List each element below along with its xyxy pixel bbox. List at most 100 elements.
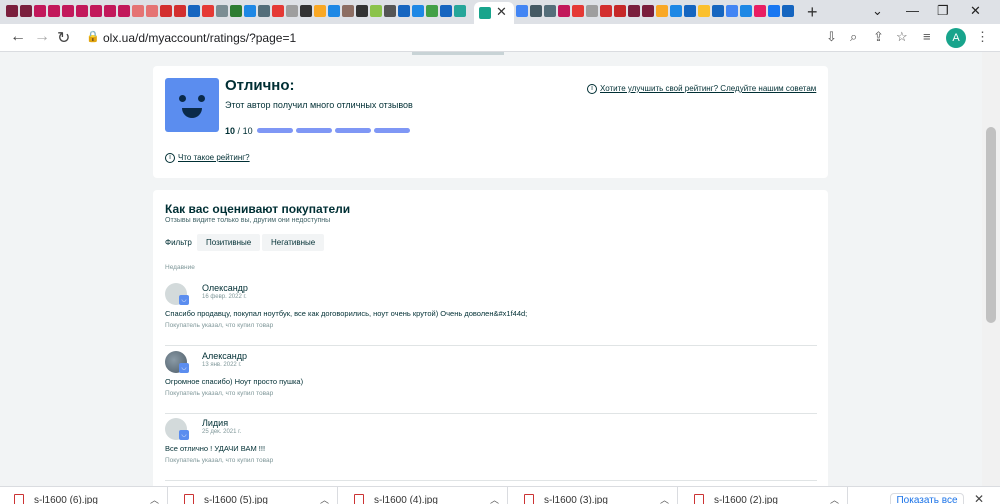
- chevron-up-icon[interactable]: ︿: [490, 493, 499, 504]
- menu-icon[interactable]: ⋮: [976, 29, 989, 45]
- reading-list-icon[interactable]: ≡: [923, 29, 931, 44]
- tab-favicon-icon[interactable]: [614, 5, 626, 17]
- download-item[interactable]: s-l1600 (2).jpg ︿: [680, 487, 848, 504]
- restore-icon[interactable]: ❐: [937, 3, 949, 19]
- tab-favicon-icon[interactable]: [530, 5, 542, 17]
- tab-favicon-icon[interactable]: [188, 5, 200, 17]
- download-item[interactable]: s-l1600 (3).jpg ︿: [510, 487, 678, 504]
- what-is-rating-link[interactable]: i Что такое рейтинг?: [165, 153, 250, 163]
- tab-favicon-icon[interactable]: [600, 5, 612, 17]
- tab-favicon-icon[interactable]: [454, 5, 466, 17]
- pinned-tabs[interactable]: [6, 5, 466, 19]
- tab-favicon-icon[interactable]: [628, 5, 640, 17]
- filter-positive-chip[interactable]: Позитивные: [197, 234, 261, 251]
- tab-favicon-icon[interactable]: [726, 5, 738, 17]
- tab-favicon-icon[interactable]: [768, 5, 780, 17]
- review-item: ◡ Александр 13 янв. 2022 г. Огромное спа…: [165, 348, 817, 414]
- tab-favicon-icon[interactable]: [740, 5, 752, 17]
- chevron-up-icon[interactable]: ︿: [660, 493, 669, 504]
- tab-favicon-icon[interactable]: [412, 5, 424, 17]
- chevron-up-icon[interactable]: ︿: [150, 493, 159, 504]
- tab-favicon-icon[interactable]: [384, 5, 396, 17]
- reload-icon[interactable]: ↻: [57, 28, 70, 48]
- url-text[interactable]: olx.ua/d/myaccount/ratings/?page=1: [103, 31, 296, 45]
- tab-favicon-icon[interactable]: [356, 5, 368, 17]
- sort-recent-label[interactable]: Недавние: [165, 264, 195, 271]
- address-bar[interactable]: 🔒 olx.ua/d/myaccount/ratings/?page=1: [76, 27, 816, 49]
- tab-close-icon[interactable]: ✕: [496, 4, 507, 20]
- chevron-up-icon[interactable]: ︿: [830, 493, 839, 504]
- tab-favicon-icon[interactable]: [544, 5, 556, 17]
- tab-favicon-icon[interactable]: [146, 5, 158, 17]
- scrollbar-thumb[interactable]: [986, 127, 996, 323]
- tab-favicon-icon[interactable]: [698, 5, 710, 17]
- profile-avatar[interactable]: A: [946, 28, 966, 48]
- tab-favicon-icon[interactable]: [118, 5, 130, 17]
- active-tab[interactable]: ✕: [474, 2, 514, 24]
- tab-favicon-icon[interactable]: [314, 5, 326, 17]
- bookmark-star-icon[interactable]: ☆: [896, 29, 908, 45]
- tab-favicon-icon[interactable]: [440, 5, 452, 17]
- back-icon[interactable]: ←: [10, 28, 26, 46]
- tab-favicon-icon[interactable]: [34, 5, 46, 17]
- tab-favicon-icon[interactable]: [782, 5, 794, 17]
- tab-favicon-icon[interactable]: [20, 5, 32, 17]
- download-item[interactable]: s-l1600 (6).jpg ︿: [0, 487, 168, 504]
- close-downloads-icon[interactable]: ✕: [974, 492, 984, 504]
- tab-favicon-icon[interactable]: [342, 5, 354, 17]
- tab-favicon-icon[interactable]: [642, 5, 654, 17]
- tab-favicon-icon[interactable]: [286, 5, 298, 17]
- window-close-icon[interactable]: ✕: [970, 3, 981, 19]
- tab-favicon-icon[interactable]: [258, 5, 270, 17]
- tab-favicon-icon[interactable]: [6, 5, 18, 17]
- tab-favicon-icon[interactable]: [572, 5, 584, 17]
- share-icon[interactable]: ⇪: [873, 29, 884, 45]
- tab-favicon-icon[interactable]: [216, 5, 228, 17]
- tab-favicon-icon[interactable]: [104, 5, 116, 17]
- tab-favicon-icon[interactable]: [684, 5, 696, 17]
- zoom-icon[interactable]: ⌕: [850, 29, 857, 45]
- tab-favicon-icon[interactable]: [160, 5, 172, 17]
- tab-search-icon[interactable]: ⌄: [872, 3, 883, 19]
- tab-favicon-icon[interactable]: [90, 5, 102, 17]
- tab-favicon-icon[interactable]: [76, 5, 88, 17]
- tab-favicon-icon[interactable]: [230, 5, 242, 17]
- tab-favicon-icon[interactable]: [132, 5, 144, 17]
- download-filename[interactable]: s-l1600 (5).jpg: [204, 495, 268, 504]
- other-tabs[interactable]: [516, 5, 794, 17]
- lock-icon[interactable]: 🔒: [86, 30, 100, 43]
- download-filename[interactable]: s-l1600 (6).jpg: [34, 495, 98, 504]
- tab-favicon-icon[interactable]: [300, 5, 312, 17]
- tab-favicon-icon[interactable]: [426, 5, 438, 17]
- tab-favicon-icon[interactable]: [670, 5, 682, 17]
- new-tab-button[interactable]: +: [807, 2, 818, 23]
- download-filename[interactable]: s-l1600 (4).jpg: [374, 495, 438, 504]
- tab-favicon-icon[interactable]: [656, 5, 668, 17]
- tab-favicon-icon[interactable]: [62, 5, 74, 17]
- tab-favicon-icon[interactable]: [398, 5, 410, 17]
- tab-favicon-icon[interactable]: [328, 5, 340, 17]
- show-all-downloads-button[interactable]: Показать все: [890, 493, 964, 504]
- tab-favicon-icon[interactable]: [586, 5, 598, 17]
- tab-favicon-icon[interactable]: [754, 5, 766, 17]
- tab-favicon-icon[interactable]: [712, 5, 724, 17]
- improve-rating-link[interactable]: i Хотите улучшить свой рейтинг? Следуйте …: [587, 84, 816, 94]
- download-filename[interactable]: s-l1600 (3).jpg: [544, 495, 608, 504]
- tab-favicon-icon[interactable]: [202, 5, 214, 17]
- tab-favicon-icon[interactable]: [516, 5, 528, 17]
- page-scrollbar[interactable]: [982, 52, 1000, 486]
- tab-favicon-icon[interactable]: [48, 5, 60, 17]
- forward-icon[interactable]: →: [34, 28, 50, 46]
- chevron-up-icon[interactable]: ︿: [320, 493, 329, 504]
- tab-favicon-icon[interactable]: [370, 5, 382, 17]
- download-item[interactable]: s-l1600 (5).jpg ︿: [170, 487, 338, 504]
- download-filename[interactable]: s-l1600 (2).jpg: [714, 495, 778, 504]
- tab-favicon-icon[interactable]: [272, 5, 284, 17]
- minimize-icon[interactable]: —: [906, 3, 919, 18]
- tab-favicon-icon[interactable]: [558, 5, 570, 17]
- download-item[interactable]: s-l1600 (4).jpg ︿: [340, 487, 508, 504]
- filter-negative-chip[interactable]: Негативные: [262, 234, 325, 251]
- install-icon[interactable]: ⇩: [826, 29, 837, 45]
- tab-favicon-icon[interactable]: [174, 5, 186, 17]
- tab-favicon-icon[interactable]: [244, 5, 256, 17]
